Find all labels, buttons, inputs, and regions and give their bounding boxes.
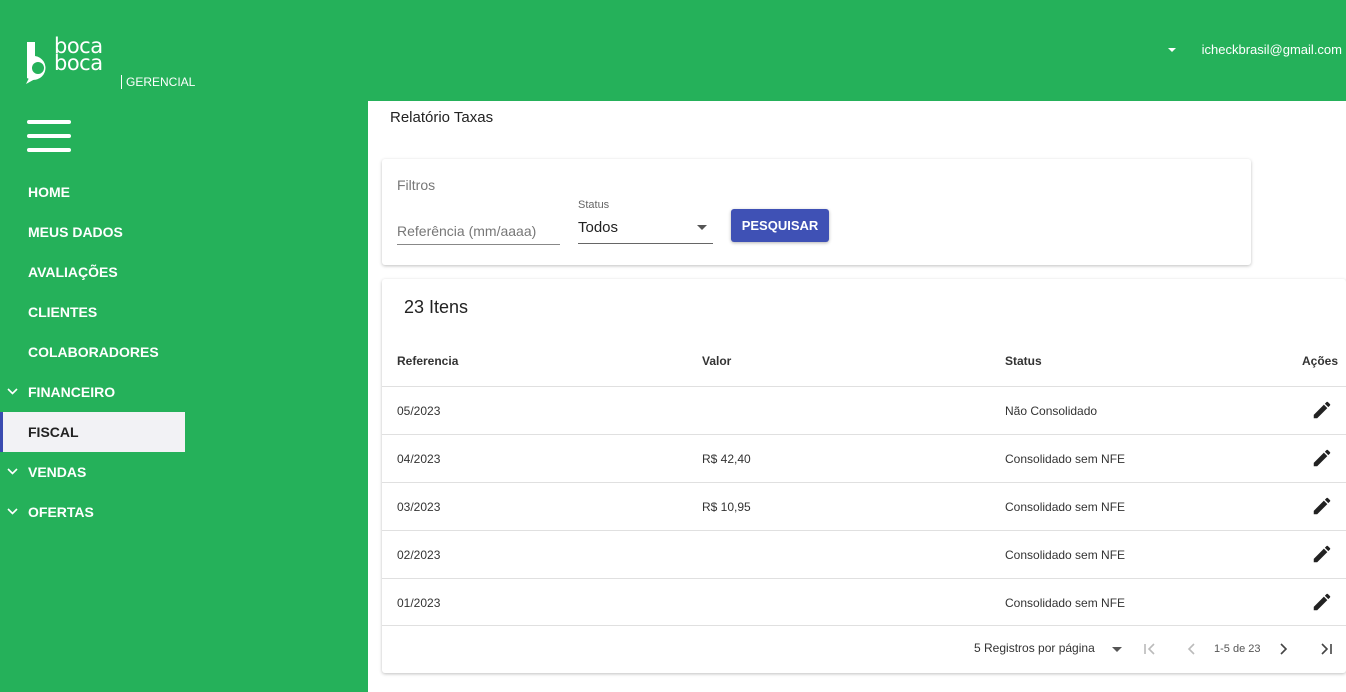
previous-page-icon[interactable]	[1183, 640, 1201, 658]
sidebar-item-label: CLIENTES	[28, 304, 98, 320]
cell-status: Consolidado sem NFE	[1005, 452, 1126, 466]
sidebar-item-label: HOME	[28, 184, 70, 200]
cell-referencia: 03/2023	[397, 500, 441, 514]
edit-icon[interactable]	[1311, 399, 1333, 421]
edit-icon[interactable]	[1311, 543, 1333, 565]
sidebar-item-label: FISCAL	[28, 424, 79, 440]
chevron-down-icon	[7, 508, 18, 515]
top-header: boca boca GERENCIAL icheckbrasil@gmail.c…	[0, 0, 1346, 101]
cell-status: Consolidado sem NFE	[1005, 500, 1126, 514]
filters-label: Filtros	[397, 177, 436, 193]
sidebar-item-label: VENDAS	[28, 464, 87, 480]
filters-card: Filtros Status Todos PESQUISAR	[382, 159, 1251, 265]
logo-text-line2: boca	[54, 51, 103, 75]
status-underline	[578, 243, 713, 244]
chevron-down-icon	[7, 468, 18, 475]
main-content: Relatório Taxas Filtros Status Todos PES…	[368, 101, 1346, 692]
cell-referencia: 04/2023	[397, 452, 441, 466]
status-caption: Status	[578, 199, 610, 211]
sidebar-item-label: COLABORADORES	[28, 344, 159, 360]
sidebar-item-clientes[interactable]: CLIENTES	[0, 292, 368, 332]
table-row: 05/2023 Não Consolidado	[382, 386, 1346, 434]
edit-icon[interactable]	[1311, 591, 1333, 613]
user-menu-arrow-icon[interactable]	[1166, 44, 1178, 56]
search-button[interactable]: PESQUISAR	[731, 209, 829, 242]
cell-valor: R$ 42,40	[702, 452, 751, 466]
table-row: 02/2023 Consolidado sem NFE	[382, 530, 1346, 578]
rows-per-page-label: 5 Registros por página	[974, 641, 1095, 655]
cell-status: Consolidado sem NFE	[1005, 596, 1126, 610]
status-select[interactable]: Status Todos	[578, 199, 713, 245]
sidebar-item-fiscal[interactable]: FISCAL	[0, 412, 185, 452]
logo-text: boca boca	[54, 36, 103, 75]
sidebar-item-meus-dados[interactable]: MEUS DADOS	[0, 212, 368, 252]
chevron-down-icon	[7, 388, 18, 395]
column-header-status[interactable]: Status	[1005, 354, 1042, 368]
sidebar-nav: HOME MEUS DADOS AVALIAÇÕES CLIENTES COLA…	[0, 172, 368, 532]
menu-toggle-icon[interactable]	[27, 120, 71, 152]
edit-icon[interactable]	[1311, 447, 1333, 469]
sidebar-item-label: AVALIAÇÕES	[28, 264, 118, 280]
edit-icon[interactable]	[1311, 495, 1333, 517]
reference-input[interactable]	[397, 217, 560, 245]
sidebar-item-home[interactable]: HOME	[0, 172, 368, 212]
user-email[interactable]: icheckbrasil@gmail.com	[1202, 42, 1342, 57]
cell-referencia: 05/2023	[397, 404, 441, 418]
page-range: 1-5 de 23	[1214, 643, 1261, 655]
table-row: 01/2023 Consolidado sem NFE	[382, 578, 1346, 626]
sidebar-item-ofertas[interactable]: OFERTAS	[0, 492, 368, 532]
dropdown-arrow-icon	[697, 225, 707, 230]
sidebar-item-label: OFERTAS	[28, 504, 94, 520]
cell-referencia: 01/2023	[397, 596, 441, 610]
sidebar-item-colaboradores[interactable]: COLABORADORES	[0, 332, 368, 372]
column-header-referencia[interactable]: Referencia	[397, 354, 458, 368]
rows-per-page-dropdown-icon[interactable]	[1112, 647, 1122, 653]
sidebar-item-avaliacoes[interactable]: AVALIAÇÕES	[0, 252, 368, 292]
logo: boca boca GERENCIAL	[24, 36, 204, 94]
last-page-icon[interactable]	[1317, 640, 1335, 658]
cell-status: Consolidado sem NFE	[1005, 548, 1126, 562]
column-header-acoes: Ações	[1302, 354, 1339, 368]
sidebar-item-label: FINANCEIRO	[28, 384, 116, 400]
cell-referencia: 02/2023	[397, 548, 441, 562]
logo-subtitle: GERENCIAL	[121, 75, 195, 89]
items-count: 23 Itens	[404, 297, 469, 317]
cell-valor: R$ 10,95	[702, 500, 751, 514]
page-title: Relatório Taxas	[390, 109, 494, 126]
next-page-icon[interactable]	[1274, 640, 1292, 658]
table-row: 04/2023 R$ 42,40 Consolidado sem NFE	[382, 434, 1346, 482]
column-header-valor[interactable]: Valor	[702, 354, 731, 368]
logo-icon	[26, 42, 46, 84]
first-page-icon[interactable]	[1141, 640, 1159, 658]
table-row: 03/2023 R$ 10,95 Consolidado sem NFE	[382, 482, 1346, 530]
results-table-card: 23 Itens Referencia Valor Status Ações 0…	[382, 279, 1346, 673]
sidebar-item-vendas[interactable]: VENDAS	[0, 452, 368, 492]
sidebar-item-label: MEUS DADOS	[28, 224, 123, 240]
status-value: Todos	[578, 219, 619, 236]
pagination-footer: 5 Registros por página 1-5 de 23	[382, 625, 1346, 673]
sidebar-item-financeiro[interactable]: FINANCEIRO	[0, 372, 368, 412]
cell-status: Não Consolidado	[1005, 404, 1098, 418]
